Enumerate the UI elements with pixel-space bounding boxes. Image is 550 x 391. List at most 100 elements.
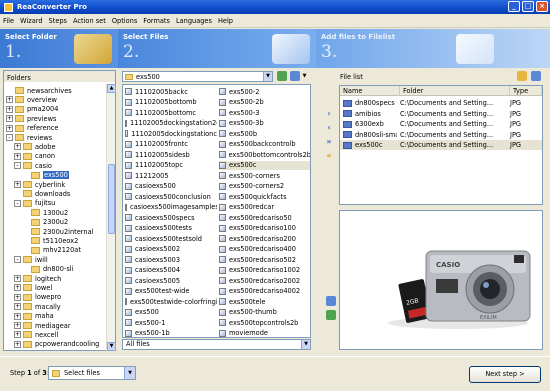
file-item[interactable]: exs500redcariso502 bbox=[219, 255, 310, 264]
folder-tree-item[interactable]: t5110eox2 bbox=[22, 236, 78, 245]
file-item[interactable]: exs500backcontrolb bbox=[219, 140, 310, 149]
current-folder-combo[interactable]: exs500 ▼ bbox=[122, 71, 273, 82]
filelist-row[interactable]: 6300exb C:\Documents and Setting... JPG bbox=[340, 119, 542, 129]
folder-up-icon[interactable] bbox=[277, 71, 287, 81]
folder-tree-item[interactable]: + reference bbox=[6, 124, 58, 133]
file-item[interactable]: exs500 bbox=[125, 308, 217, 317]
menu-wizard[interactable]: Wizard bbox=[20, 17, 43, 25]
step-select-dropdown[interactable]: Select files ▼ bbox=[48, 366, 136, 380]
folder-tree-item[interactable]: - reviews bbox=[6, 133, 52, 142]
expand-icon[interactable]: + bbox=[14, 275, 21, 282]
collapse-icon[interactable]: - bbox=[14, 162, 21, 170]
folder-tree-item[interactable]: 2300u2 bbox=[22, 218, 68, 227]
file-item[interactable]: casioexs5004 bbox=[125, 266, 217, 275]
file-item[interactable]: exs500-corners2 bbox=[219, 182, 310, 191]
folder-tree-item[interactable]: + overview bbox=[6, 95, 57, 104]
file-browser-list[interactable]: 11102005backc 11102005bottomb 11102005bott… bbox=[122, 84, 311, 338]
file-item[interactable]: exs500redcariso2002 bbox=[219, 276, 310, 285]
file-item[interactable]: exs500c bbox=[219, 160, 310, 170]
menu-help[interactable]: Help bbox=[218, 17, 233, 25]
expand-icon[interactable]: + bbox=[6, 96, 13, 104]
scrollbar-thumb[interactable] bbox=[108, 164, 115, 234]
folder-tree-item[interactable]: + cyberlink bbox=[14, 180, 65, 189]
filelist-table[interactable]: Name Folder Type dn800specs C:\Documents … bbox=[339, 85, 543, 205]
folder-tree-item[interactable]: mhv2120at bbox=[22, 246, 81, 255]
view-mode-icon[interactable] bbox=[531, 71, 541, 81]
file-item[interactable]: casioexs500tests bbox=[125, 224, 217, 233]
file-item[interactable]: exs500redcariso400 bbox=[219, 245, 310, 254]
chevron-down-icon[interactable]: ▼ bbox=[124, 367, 135, 379]
folder-tree-item[interactable]: downloads bbox=[14, 189, 70, 198]
folder-tree-item[interactable]: + pcpowerandcooling bbox=[14, 340, 99, 349]
menu-languages[interactable]: Languages bbox=[176, 17, 212, 25]
menu-file[interactable]: File bbox=[3, 17, 14, 25]
menu-steps[interactable]: Steps bbox=[49, 17, 67, 25]
expand-icon[interactable]: + bbox=[14, 293, 21, 301]
add-all-icon[interactable]: » bbox=[323, 136, 335, 148]
file-item[interactable]: casioexs500imagesamples bbox=[125, 203, 217, 212]
collapse-icon[interactable]: - bbox=[6, 134, 13, 141]
file-item[interactable]: exs500redcariso100 bbox=[219, 224, 310, 233]
file-item[interactable]: exs500-thumb bbox=[219, 308, 310, 317]
folder-tree-item[interactable]: + canon bbox=[14, 152, 55, 161]
scroll-down-arrow-icon[interactable]: ▼ bbox=[107, 342, 116, 351]
file-item[interactable]: casioexs500conclusion bbox=[125, 192, 217, 201]
file-item[interactable]: exs500redcariso4002 bbox=[219, 287, 310, 296]
view-mode-icon[interactable] bbox=[290, 71, 300, 81]
folder-tree-item[interactable]: + macally bbox=[14, 302, 61, 311]
file-item[interactable]: exs500testwide-colorfringing1 bbox=[125, 297, 217, 306]
menu-formats[interactable]: Formats bbox=[143, 17, 170, 25]
file-item[interactable]: exs500-2b bbox=[219, 98, 310, 107]
folder-tree-item[interactable]: 1300u2 bbox=[22, 208, 68, 217]
file-type-filter[interactable]: All files ▼ bbox=[122, 339, 311, 350]
file-item[interactable]: exs500topcontrols2b bbox=[219, 318, 310, 327]
file-item[interactable]: 11102005dockingstationc bbox=[125, 129, 217, 138]
file-item[interactable]: moviemode bbox=[219, 329, 310, 337]
file-item[interactable]: exs500-3 bbox=[219, 108, 310, 117]
expand-icon[interactable]: + bbox=[14, 340, 21, 348]
folder-tree-item[interactable]: - iwill bbox=[14, 255, 48, 264]
folder-tree-item[interactable]: + lowel bbox=[14, 283, 52, 292]
file-item[interactable]: exs500-2 bbox=[219, 87, 310, 96]
file-item[interactable]: 11102005sidesb bbox=[125, 150, 217, 159]
folder-tree-item[interactable]: + adobe bbox=[14, 142, 56, 151]
file-item[interactable]: exs500-3b bbox=[219, 119, 310, 128]
filelist-row[interactable]: amibios C:\Documents and Setting... JPG bbox=[340, 109, 542, 119]
add-selected-icon[interactable]: › bbox=[323, 108, 335, 120]
checkbox-icon[interactable] bbox=[326, 310, 336, 320]
expand-icon[interactable]: + bbox=[14, 152, 21, 160]
column-name-header[interactable]: Name bbox=[340, 86, 400, 96]
menu-action-set[interactable]: Action set bbox=[73, 17, 106, 25]
expand-icon[interactable]: + bbox=[6, 115, 13, 123]
file-item[interactable]: casioexs5002 bbox=[125, 245, 217, 254]
folder-tree-item[interactable]: - casio bbox=[14, 161, 52, 170]
file-item[interactable]: exs500quickfacts bbox=[219, 192, 310, 201]
file-item[interactable]: casioexs500 bbox=[125, 182, 217, 191]
file-item[interactable]: exs500-1 bbox=[125, 318, 217, 327]
folder-tree-item[interactable]: - fujitsu bbox=[14, 199, 55, 208]
view-dropdown-icon[interactable]: ▼ bbox=[301, 71, 308, 81]
collapse-icon[interactable]: - bbox=[14, 199, 21, 207]
expand-icon[interactable]: + bbox=[14, 331, 21, 339]
file-item[interactable]: exs500redcariso1002 bbox=[219, 266, 310, 275]
step-select-files[interactable]: Select Files 2. bbox=[118, 29, 316, 68]
expand-icon[interactable]: + bbox=[6, 105, 13, 113]
file-item[interactable]: casioexs5005 bbox=[125, 276, 217, 285]
next-step-button[interactable]: Next step > bbox=[469, 366, 541, 383]
eye-icon[interactable] bbox=[326, 296, 336, 306]
file-item[interactable]: exs500redcariso50 bbox=[219, 213, 310, 222]
file-item[interactable]: exs500test-wide bbox=[125, 287, 217, 296]
expand-icon[interactable]: + bbox=[14, 181, 21, 188]
folder-tree-item[interactable]: 2300u2internal bbox=[22, 227, 93, 236]
folder-tree-item[interactable]: newsarchives bbox=[6, 86, 72, 95]
chevron-down-icon[interactable]: ▼ bbox=[263, 72, 272, 81]
remove-all-icon[interactable]: « bbox=[323, 150, 335, 162]
menu-options[interactable]: Options bbox=[112, 17, 137, 25]
folder-tree-item[interactable]: + maha bbox=[14, 312, 54, 321]
maximize-button[interactable]: □ bbox=[522, 1, 534, 12]
file-item[interactable]: exs500bottomcontrols2b bbox=[219, 150, 310, 159]
file-item[interactable]: casioexs500specs bbox=[125, 213, 217, 222]
folder-tree-item[interactable]: + nexcell bbox=[14, 330, 58, 339]
file-item[interactable]: exs500redcar bbox=[219, 203, 310, 212]
folder-tree-item[interactable]: + previews bbox=[6, 114, 56, 123]
